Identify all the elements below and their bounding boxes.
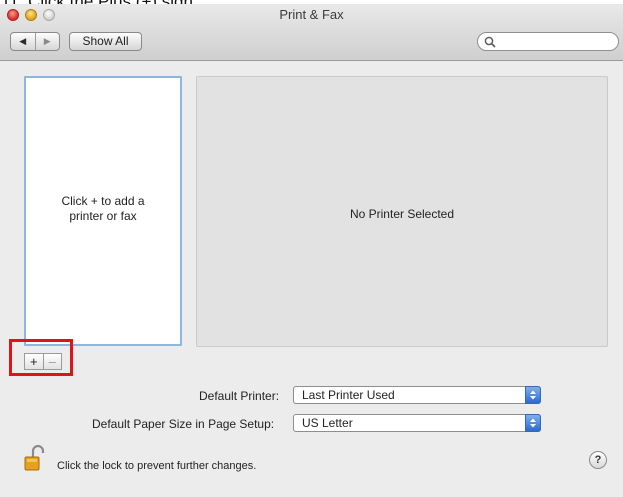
printer-list-empty-message: Click + to add a printer or fax xyxy=(26,194,180,224)
paper-size-label: Default Paper Size in Page Setup: xyxy=(92,417,275,431)
highlight-annotation-box xyxy=(9,339,73,376)
popup-arrows-icon xyxy=(525,414,541,432)
no-printer-selected-text: No Printer Selected xyxy=(349,207,455,221)
printer-detail-panel: No Printer Selected xyxy=(196,76,608,347)
back-button[interactable]: ◀ xyxy=(11,33,35,50)
default-printer-popup[interactable]: Last Printer Used xyxy=(293,386,541,404)
forward-arrow-icon: ▶ xyxy=(43,36,51,46)
window-title: Print & Fax xyxy=(279,7,344,22)
show-all-button[interactable]: Show All xyxy=(69,32,142,51)
titlebar: Print & Fax ◀ ▶ Show All xyxy=(0,4,623,61)
paper-size-popup[interactable]: US Letter xyxy=(293,414,541,432)
back-arrow-icon: ◀ xyxy=(19,36,27,46)
printer-list[interactable]: Click + to add a printer or fax xyxy=(24,76,182,346)
forward-button[interactable]: ▶ xyxy=(34,33,60,50)
default-printer-value: Last Printer Used xyxy=(302,388,395,402)
lock-icon[interactable] xyxy=(24,445,46,471)
search-icon xyxy=(484,36,496,48)
paper-size-value: US Letter xyxy=(302,416,353,430)
back-forward-group: ◀ ▶ xyxy=(10,32,60,51)
empty-message-line-2: printer or fax xyxy=(69,209,137,223)
lock-message: Click the lock to prevent further change… xyxy=(57,460,257,472)
popup-arrows-icon xyxy=(525,386,541,404)
search-input[interactable] xyxy=(498,34,613,49)
default-printer-label: Default Printer: xyxy=(199,389,280,403)
search-field[interactable] xyxy=(477,32,619,51)
empty-message-line-1: Click + to add a xyxy=(61,194,145,208)
help-button[interactable]: ? xyxy=(589,451,607,469)
